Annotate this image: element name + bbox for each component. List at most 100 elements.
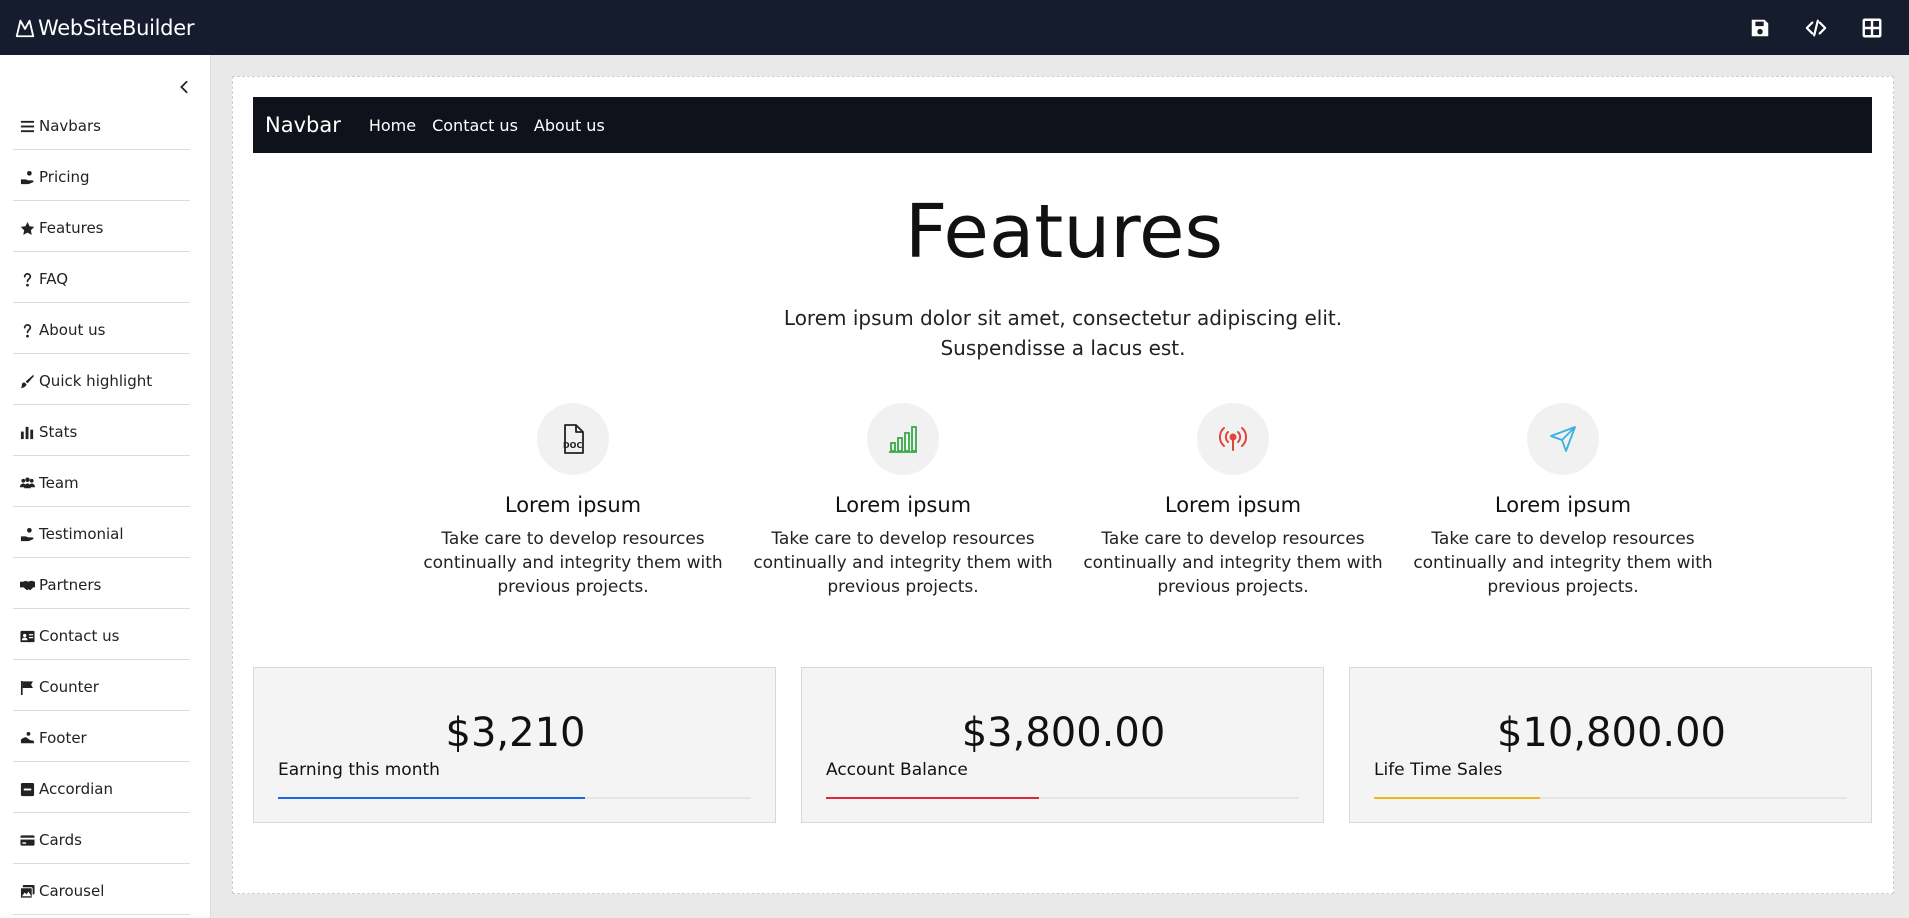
nav-link-home[interactable]: Home — [369, 116, 416, 135]
sidebar-item-label: Features — [39, 219, 104, 237]
sidebar-item-team[interactable]: Team — [13, 456, 190, 507]
sidebar: Navbars Pricing Features FAQ About us Qu… — [0, 55, 211, 918]
star-icon — [19, 220, 35, 236]
sidebar-item-navbars[interactable]: Navbars — [13, 99, 190, 150]
sidebar-item-carousel[interactable]: Carousel — [13, 864, 190, 915]
stat-amount: $10,800.00 — [1496, 710, 1727, 756]
question-icon — [19, 271, 35, 287]
sidebar-item-features[interactable]: Features — [13, 201, 190, 252]
send-icon — [1550, 426, 1576, 452]
lead-line-1: Lorem ipsum dolor sit amet, consectetur … — [783, 306, 1343, 330]
hand-coin-icon — [19, 169, 35, 185]
feature-item: Lorem ipsum Take care to develop resourc… — [1413, 403, 1713, 599]
feature-item: Lorem ipsum Take care to develop resourc… — [1083, 403, 1383, 599]
sidebar-item-label: Carousel — [39, 882, 105, 900]
feature-icon-circle — [1527, 403, 1599, 475]
collapse-sidebar-button[interactable] — [172, 75, 196, 99]
broadcast-icon — [1218, 427, 1248, 451]
code-button[interactable] — [1803, 15, 1829, 41]
sidebar-item-about-us[interactable]: About us — [13, 303, 190, 354]
preview-canvas[interactable]: Navbar Home Contact us About us Features… — [232, 76, 1894, 894]
feature-text: Take care to develop resources continual… — [753, 529, 1053, 597]
users-icon — [19, 475, 35, 491]
feature-title: Lorem ipsum — [834, 493, 972, 517]
feature-text: Take care to develop resources continual… — [1413, 529, 1713, 597]
feature-text: Take care to develop resources continual… — [1083, 529, 1383, 597]
save-button[interactable] — [1747, 15, 1773, 41]
logo-icon — [15, 19, 35, 37]
save-icon — [1751, 19, 1769, 36]
preview-navbar: Navbar Home Contact us About us — [253, 97, 1872, 153]
sidebar-item-label: Partners — [39, 576, 102, 594]
grid-icon — [1862, 18, 1882, 37]
stat-card: $3,210 Earning this month — [253, 667, 776, 823]
navbar-brand[interactable]: Navbar — [265, 113, 341, 137]
component-list: Navbars Pricing Features FAQ About us Qu… — [13, 99, 190, 915]
sidebar-item-label: Pricing — [39, 168, 90, 186]
sidebar-item-label: Quick highlight — [39, 372, 153, 390]
features-title: Features — [904, 189, 1224, 275]
flag-icon — [19, 679, 35, 695]
grid-button[interactable] — [1859, 15, 1885, 41]
feature-icon-circle — [867, 403, 939, 475]
sidebar-item-label: About us — [39, 321, 106, 339]
hand-coin-icon — [19, 526, 35, 542]
sidebar-item-partners[interactable]: Partners — [13, 558, 190, 609]
sidebar-item-label: Contact us — [39, 627, 120, 645]
sidebar-item-quick-highlight[interactable]: Quick highlight — [13, 354, 190, 405]
sidebar-item-label: Testimonial — [39, 525, 124, 543]
code-icon — [1805, 19, 1827, 36]
sidebar-item-pricing[interactable]: Pricing — [13, 150, 190, 201]
shoe-icon — [19, 730, 35, 746]
bar-chart-icon — [19, 424, 35, 440]
feature-title: Lorem ipsum — [1164, 493, 1302, 517]
sidebar-item-label: FAQ — [39, 270, 69, 288]
nav-link-contact-us[interactable]: Contact us — [432, 116, 518, 135]
nav-link-about-us[interactable]: About us — [534, 116, 605, 135]
app-brand[interactable]: WebSiteBuilder — [14, 16, 194, 40]
svg-text:DOC: DOC — [563, 441, 582, 450]
stat-amount: $3,210 — [445, 710, 586, 756]
sidebar-item-testimonial[interactable]: Testimonial — [13, 507, 190, 558]
stat-progress-fill — [1374, 797, 1540, 799]
sidebar-item-label: Team — [39, 474, 79, 492]
stat-label: Earning this month — [278, 760, 440, 780]
sidebar-item-label: Navbars — [39, 117, 101, 135]
sidebar-item-footer[interactable]: Footer — [13, 711, 190, 762]
sidebar-item-faq[interactable]: FAQ — [13, 252, 190, 303]
feature-item: DOC Lorem ipsum Take care to develop res… — [423, 403, 723, 599]
brush-icon — [19, 373, 35, 389]
id-card-icon — [19, 628, 35, 644]
sidebar-item-label: Accordian — [39, 780, 113, 798]
features-lead: Lorem ipsum dolor sit amet, consectetur … — [783, 303, 1343, 363]
images-icon — [19, 883, 35, 899]
question-icon — [19, 322, 35, 338]
chevron-left-icon — [180, 80, 188, 94]
bars-icon — [19, 118, 35, 134]
stat-progress-track — [1374, 797, 1847, 799]
stat-progress-track — [278, 797, 751, 799]
stat-amount: $3,800.00 — [961, 710, 1166, 756]
sidebar-item-label: Stats — [39, 423, 78, 441]
sidebar-item-counter[interactable]: Counter — [13, 660, 190, 711]
bar-chart-icon — [889, 426, 917, 453]
feature-title: Lorem ipsum — [1494, 493, 1632, 517]
minus-square-icon — [19, 781, 35, 797]
sidebar-item-label: Cards — [39, 831, 82, 849]
app-name: WebSiteBuilder — [38, 15, 195, 40]
top-actions — [1747, 15, 1897, 41]
feature-text: Take care to develop resources continual… — [423, 529, 723, 597]
credit-card-icon — [19, 832, 35, 848]
sidebar-item-stats[interactable]: Stats — [13, 405, 190, 456]
lead-line-2: Suspendisse a lacus est. — [940, 336, 1186, 360]
stat-card: $3,800.00 Account Balance — [801, 667, 1324, 823]
sidebar-item-accordian[interactable]: Accordian — [13, 762, 190, 813]
sidebar-item-cards[interactable]: Cards — [13, 813, 190, 864]
top-bar: WebSiteBuilder — [0, 0, 1909, 55]
stat-label: Life Time Sales — [1374, 760, 1503, 780]
stat-progress-track — [826, 797, 1299, 799]
feature-item: Lorem ipsum Take care to develop resourc… — [753, 403, 1053, 599]
feature-list: DOC Lorem ipsum Take care to develop res… — [423, 403, 1743, 603]
sidebar-item-contact-us[interactable]: Contact us — [13, 609, 190, 660]
handshake-icon — [19, 577, 35, 593]
